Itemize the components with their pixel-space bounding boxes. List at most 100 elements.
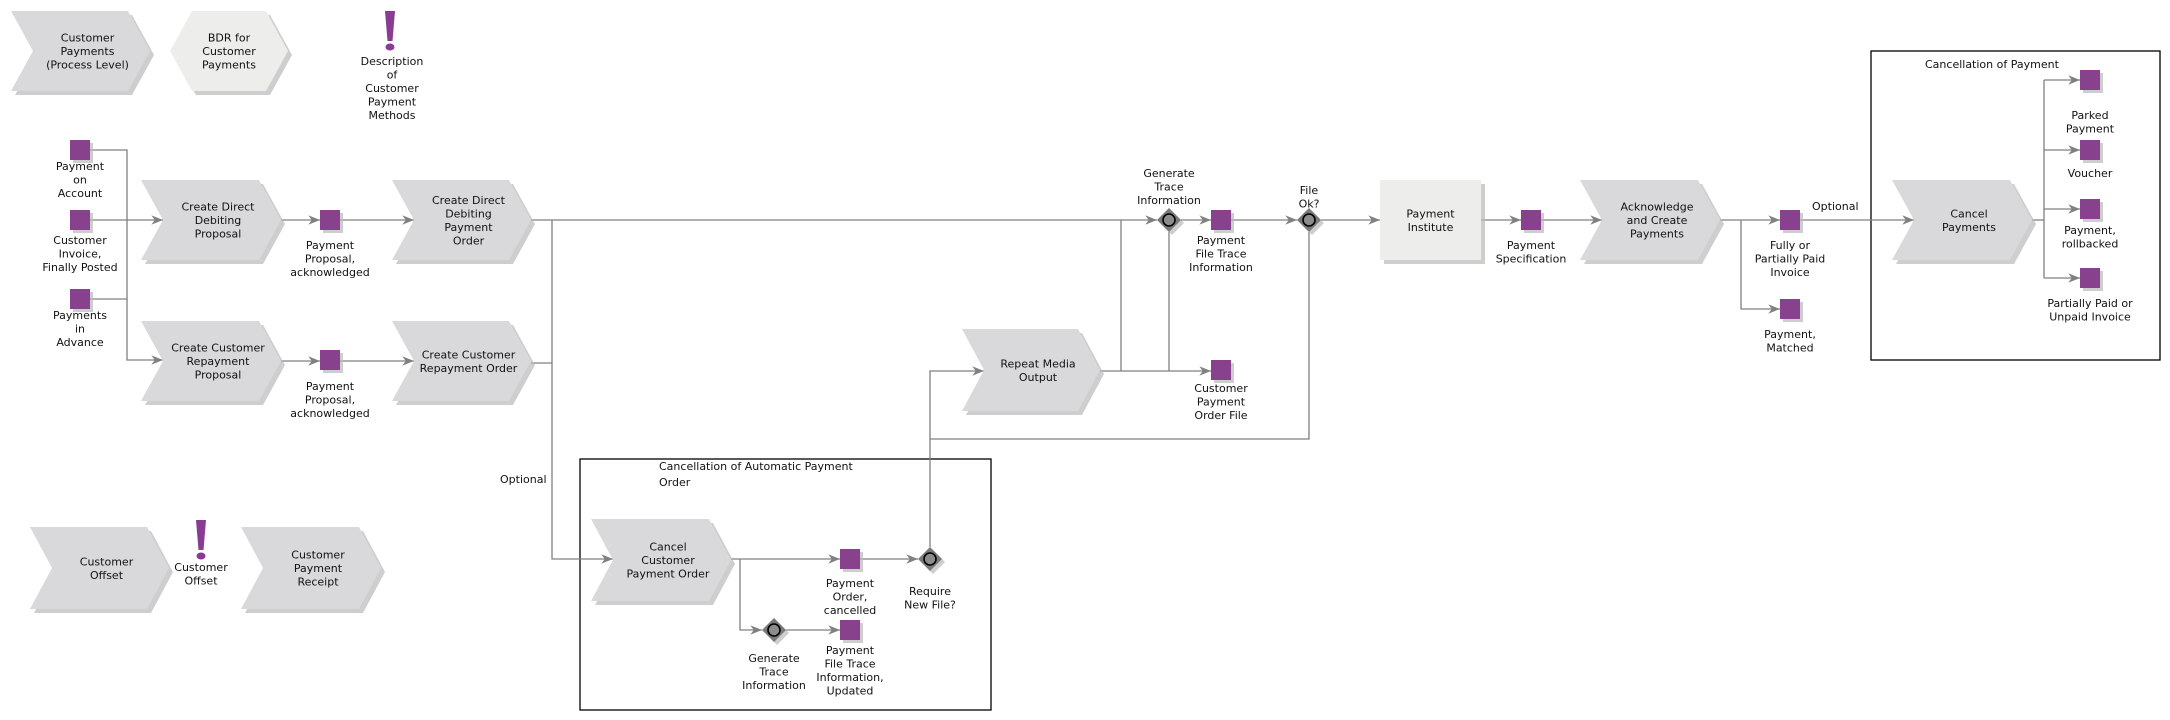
function-create-repay-proposal[interactable]: Create CustomerRepaymentProposal [141, 321, 285, 405]
node-label: Payment [1197, 234, 1246, 247]
node-label: Payment [826, 644, 875, 657]
node-label: Payment [368, 96, 417, 109]
node-label: Order [453, 234, 485, 247]
node-label: Offset [184, 575, 218, 588]
event-square-icon [70, 289, 90, 309]
connector-circle [1302, 213, 1316, 227]
node-label: (Process Level) [46, 59, 129, 72]
node-label: Payment [56, 160, 105, 173]
exclamation-dot [196, 552, 206, 560]
node-label: Methods [369, 109, 416, 122]
process-interface-process-customer-payments[interactable]: CustomerPayments(Process Level) [11, 11, 154, 95]
event-payments-in-advance[interactable]: PaymentsinAdvance [53, 289, 107, 349]
node-label: Payment, [1764, 328, 1816, 341]
node-label: Debiting [445, 207, 492, 220]
node-label: Payment [1406, 207, 1455, 220]
node-label: Payment [826, 577, 875, 590]
node-label: Payments [53, 309, 107, 322]
node-label: Payment [2066, 123, 2115, 136]
node-label: Customer [1194, 382, 1248, 395]
node-label: Unpaid Invoice [2049, 311, 2131, 324]
organization-payment-institute[interactable]: PaymentInstitute [1380, 180, 1485, 264]
node-label: Proposal, [305, 253, 355, 266]
node-label: BDR for [208, 32, 251, 45]
process-interface-customer-offset[interactable]: CustomerOffset [30, 527, 173, 613]
node-label: Partially Paid or [2047, 297, 2133, 310]
node-label: Offset [90, 569, 124, 582]
process-interface-payment-receipt[interactable]: CustomerPaymentReceipt [241, 527, 385, 613]
node-label: Payment [1507, 239, 1556, 252]
node-label: Repayment [187, 355, 251, 368]
event-square-icon [2080, 70, 2100, 90]
event-payment-matched[interactable]: Payment,Matched [1764, 299, 1816, 355]
node-label: Customer [80, 555, 134, 568]
group-title: Cancellation of Payment [1925, 58, 2060, 71]
event-square-icon [1780, 299, 1800, 319]
node-label: Customer [61, 32, 115, 45]
node-label: cancelled [824, 604, 876, 617]
node-label: Payment [1197, 396, 1246, 409]
node-label: Customer [641, 554, 695, 567]
node-label: Description [361, 55, 424, 68]
node-label: Order File [1194, 409, 1247, 422]
node-label: Output [1019, 371, 1058, 384]
information-desc-methods[interactable]: DescriptionofCustomerPaymentMethods [361, 11, 424, 122]
connector-gen-trace-1[interactable]: GenerateTraceInformation [1137, 167, 1201, 235]
node-label: Parked [2071, 109, 2108, 122]
event-voucher[interactable]: Voucher [2068, 140, 2113, 180]
interface-bdr[interactable]: BDR forCustomerPayments [170, 11, 292, 95]
function-create-dd-proposal[interactable]: Create DirectDebitingProposal [141, 180, 285, 264]
function-create-dd-order[interactable]: Create DirectDebitingPaymentOrder [392, 180, 535, 264]
event-square-icon [320, 350, 340, 370]
event-pfti-updated[interactable]: PaymentFile TraceInformation,Updated [816, 620, 884, 698]
node-label: Cancel [649, 541, 686, 554]
event-square-icon [2080, 140, 2100, 160]
node-label: Repeat Media [1000, 357, 1075, 370]
node-label: Payment, [2064, 224, 2116, 237]
node-label: Generate [748, 652, 800, 665]
event-square-icon [2080, 199, 2100, 219]
node-label: Updated [827, 685, 874, 698]
node-label: Payments [1630, 228, 1684, 241]
node-label: Customer [291, 549, 345, 562]
node-label: Information, [816, 671, 883, 684]
node-label: Customer [53, 234, 107, 247]
event-square-icon [1211, 210, 1231, 230]
event-cpo-file[interactable]: CustomerPaymentOrder File [1194, 360, 1248, 422]
node-label: Acknowledge [1620, 201, 1693, 214]
exclamation-icon [385, 11, 395, 41]
connector-circle [923, 552, 937, 566]
function-ack-create[interactable]: Acknowledgeand CreatePayments [1580, 180, 1724, 264]
information-offset-info[interactable]: CustomerOffset [174, 520, 228, 588]
function-repeat-media[interactable]: Repeat MediaOutput [962, 329, 1104, 415]
exclamation-icon [196, 520, 206, 550]
event-square-icon [840, 549, 860, 569]
node-label: Payments [61, 45, 115, 58]
connector-require-new-file[interactable]: RequireNew File? [904, 547, 956, 612]
connector-gen-trace-2[interactable]: GenerateTraceInformation [742, 618, 806, 692]
event-partially-unpaid[interactable]: Partially Paid orUnpaid Invoice [2047, 268, 2133, 324]
event-payment-spec[interactable]: PaymentSpecification [1496, 210, 1567, 266]
event-payment-on-account[interactable]: PaymentonAccount [56, 140, 105, 200]
node-label: Account [58, 187, 103, 200]
function-create-repay-order[interactable]: Create CustomerRepayment Order [392, 321, 535, 405]
node-label: Create Direct [182, 201, 256, 214]
node-label: Proposal [195, 228, 242, 241]
node-label: Invoice [1770, 266, 1810, 279]
node-label: Customer [174, 561, 228, 574]
node-label: and Create [1627, 214, 1688, 227]
node-label: Receipt [297, 576, 339, 589]
connector-file-ok[interactable]: FileOk? [1297, 184, 1324, 235]
function-cancel-cpo[interactable]: CancelCustomerPayment Order [591, 519, 735, 605]
node-label: on [73, 174, 87, 187]
edge-label-optional: Optional [500, 473, 547, 486]
function-cancel-payments[interactable]: CancelPayments [1892, 180, 2036, 264]
exclamation-dot [385, 43, 395, 51]
node-label: New File? [904, 599, 956, 612]
event-square-icon [1521, 210, 1541, 230]
node-label: Order, [833, 591, 868, 604]
node-label: Fully or [1770, 239, 1811, 252]
node-label: Trace [758, 666, 788, 679]
node-label: File Trace [1195, 248, 1246, 261]
event-rollbacked[interactable]: Payment,rollbacked [2062, 199, 2119, 251]
